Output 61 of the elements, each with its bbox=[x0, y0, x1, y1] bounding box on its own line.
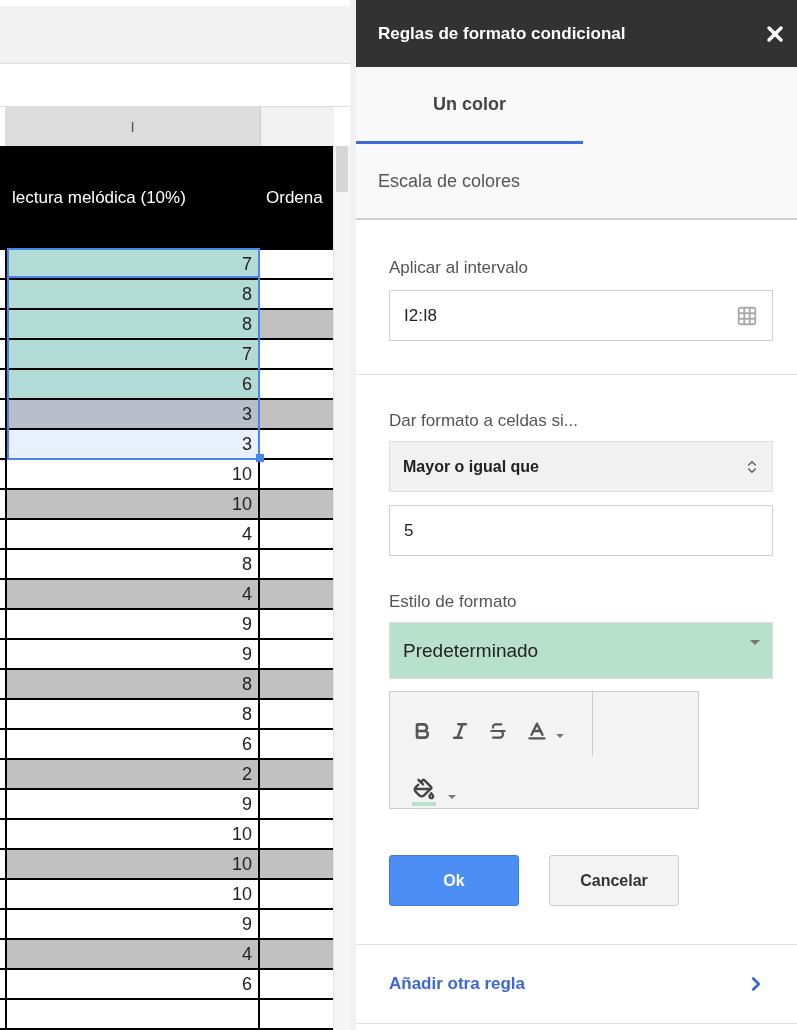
table-cell[interactable]: 3 bbox=[5, 400, 260, 428]
table-cell[interactable] bbox=[260, 670, 333, 698]
header-cell-text: Ordena bbox=[265, 188, 324, 208]
tab[interactable]: Un color bbox=[356, 67, 583, 144]
table-cell[interactable]: 8 bbox=[5, 310, 260, 338]
table-cell[interactable]: 10 bbox=[5, 880, 260, 908]
table-cell[interactable]: 10 bbox=[5, 850, 260, 878]
add-rule-link[interactable]: Añadir otra regla bbox=[356, 945, 797, 1024]
table-cell[interactable] bbox=[260, 310, 333, 338]
table-cell[interactable] bbox=[260, 400, 333, 428]
table-cell[interactable]: 7 bbox=[5, 340, 260, 368]
panel-title: Reglas de formato condicional bbox=[378, 23, 626, 44]
field-label: Aplicar al intervalo bbox=[389, 258, 529, 278]
table-cell[interactable] bbox=[260, 940, 333, 968]
table-cell[interactable]: 9 bbox=[5, 610, 260, 638]
scrollbar[interactable] bbox=[333, 146, 350, 1030]
caret-icon bbox=[750, 640, 760, 645]
table-cell[interactable]: 6 bbox=[5, 730, 260, 758]
table-cell[interactable]: 8 bbox=[5, 550, 260, 578]
strikethrough-icon[interactable] bbox=[488, 721, 508, 741]
column-header[interactable]: I bbox=[5, 107, 261, 146]
table-cell[interactable]: 10 bbox=[5, 490, 260, 518]
table-cell[interactable]: 6 bbox=[5, 370, 260, 398]
table-cell[interactable]: 10 bbox=[5, 460, 260, 488]
style-dropdown[interactable]: Predeterminado bbox=[389, 622, 773, 679]
table-cell[interactable]: 10 bbox=[5, 820, 260, 848]
grid-icon[interactable] bbox=[736, 304, 758, 327]
table-cell[interactable]: 9 bbox=[5, 640, 260, 668]
table-cell[interactable] bbox=[260, 490, 333, 518]
fill-handle[interactable] bbox=[256, 454, 264, 462]
table-cell[interactable]: 8 bbox=[5, 670, 260, 698]
table-cell[interactable]: 4 bbox=[5, 940, 260, 968]
table-cell[interactable]: 4 bbox=[5, 580, 260, 608]
value-field[interactable]: 5 bbox=[389, 505, 773, 556]
table-cell[interactable] bbox=[260, 760, 333, 788]
table-cell[interactable] bbox=[260, 580, 333, 608]
column-header[interactable] bbox=[261, 107, 334, 146]
cancel-button[interactable]: Cancelar bbox=[549, 855, 679, 906]
scrollbar-thumb[interactable] bbox=[336, 146, 348, 192]
table-cell[interactable]: 4 bbox=[5, 520, 260, 548]
italic-icon[interactable] bbox=[450, 721, 470, 741]
table-cell[interactable]: 8 bbox=[5, 280, 260, 308]
condition-dropdown[interactable]: Mayor o igual que bbox=[389, 441, 773, 492]
paint-bucket-icon[interactable] bbox=[412, 778, 438, 806]
header-cell-text: lectura melódica (10%) bbox=[11, 188, 187, 208]
table-cell[interactable]: 3 bbox=[5, 430, 260, 458]
field-label: Estilo de formato bbox=[389, 592, 518, 612]
tab[interactable]: Escala de colores bbox=[356, 144, 797, 220]
table-cell[interactable]: 6 bbox=[5, 970, 260, 998]
field-label: Dar formato a celdas si... bbox=[389, 411, 579, 431]
table-cell[interactable] bbox=[5, 1000, 260, 1028]
text-color-icon[interactable] bbox=[526, 720, 548, 742]
table-cell[interactable]: 8 bbox=[5, 700, 260, 728]
range-field[interactable]: I2:I8 bbox=[389, 290, 773, 341]
table-cell[interactable]: 7 bbox=[5, 250, 260, 278]
table-cell[interactable]: 9 bbox=[5, 790, 260, 818]
table-cell[interactable] bbox=[260, 850, 333, 878]
caret-icon[interactable] bbox=[448, 795, 456, 799]
table-cell[interactable]: 9 bbox=[5, 910, 260, 938]
table-cell[interactable]: 2 bbox=[5, 760, 260, 788]
caret-icon[interactable] bbox=[556, 734, 564, 738]
